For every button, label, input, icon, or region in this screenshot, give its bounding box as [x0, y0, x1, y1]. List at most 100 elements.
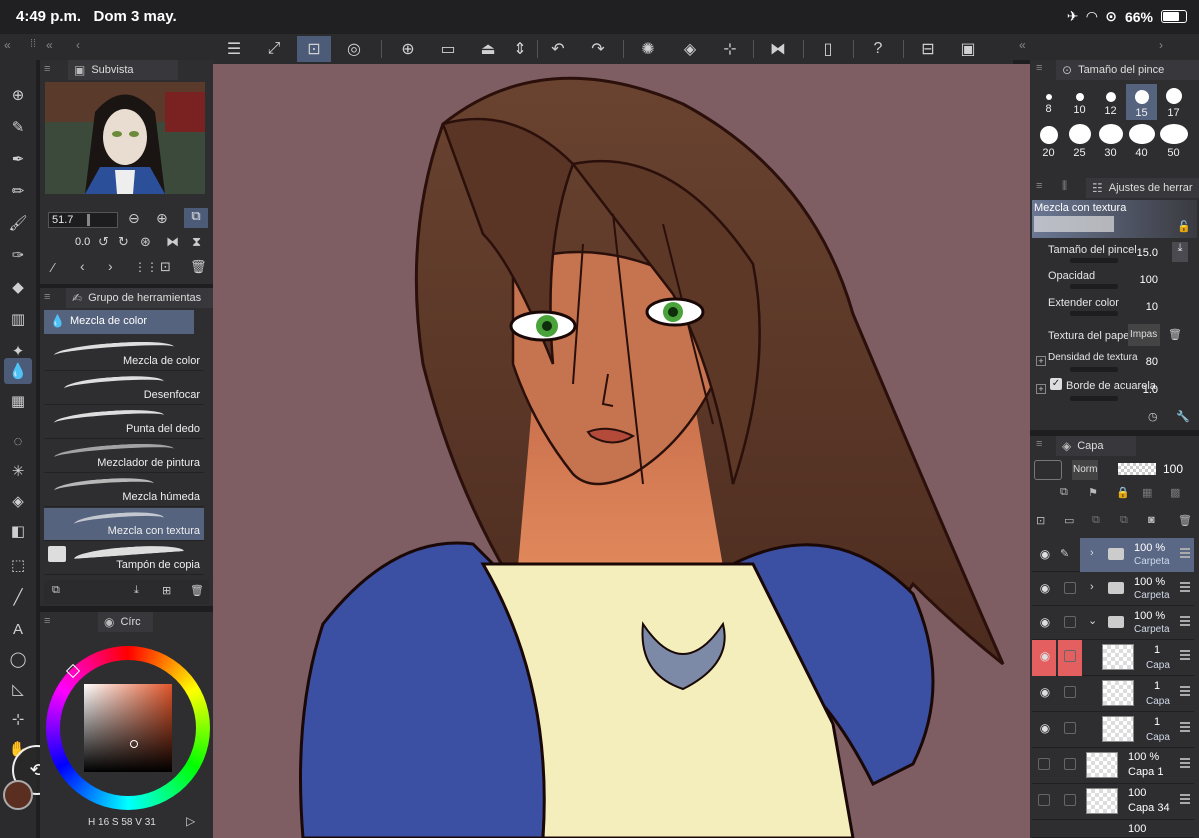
- eyedropper-icon[interactable]: ⁄: [52, 260, 54, 275]
- blend-mode-select[interactable]: Norm: [1072, 460, 1098, 480]
- brush-size-8[interactable]: 8: [1033, 90, 1064, 115]
- window-icon[interactable]: ▣: [951, 36, 985, 62]
- merge-icon[interactable]: ⧉: [1092, 514, 1100, 527]
- subtool-item[interactable]: Mezcla húmeda: [44, 474, 204, 507]
- drag-handle-icon[interactable]: [1180, 794, 1190, 804]
- spiral-icon[interactable]: ◎: [337, 36, 371, 62]
- layer-row[interactable]: ◉ › 100 % Carpeta: [1032, 572, 1194, 606]
- frame-tool-icon[interactable]: ◺: [4, 676, 32, 702]
- brush-size-slider[interactable]: [1070, 258, 1118, 263]
- subtool-item[interactable]: Punta del dedo: [44, 406, 204, 439]
- help-icon[interactable]: ?: [861, 36, 895, 62]
- brush-size-50[interactable]: 50: [1158, 124, 1189, 159]
- brush-size-12[interactable]: 12: [1095, 90, 1126, 117]
- panel-menu-icon[interactable]: ≡: [44, 615, 50, 627]
- drawing-canvas[interactable]: [213, 64, 1030, 838]
- save-icon[interactable]: ⏏: [471, 36, 505, 62]
- collapse-left2-icon[interactable]: «: [46, 38, 53, 52]
- layer-row[interactable]: ◉ 1 Capa: [1032, 712, 1194, 748]
- rotate-left-icon[interactable]: ↺: [98, 234, 109, 250]
- brush-size-40[interactable]: 40: [1126, 124, 1157, 159]
- open-folder-icon[interactable]: ▭: [431, 36, 465, 62]
- tool-property-tab[interactable]: ☷ Ajustes de herrar: [1086, 178, 1199, 198]
- saturation-value-square[interactable]: [84, 684, 172, 772]
- brush-size-30[interactable]: 30: [1095, 124, 1126, 159]
- flip-icon[interactable]: ⧓: [761, 36, 795, 62]
- collapse-right-icon[interactable]: «: [1019, 38, 1026, 52]
- zoom-out-icon[interactable]: ⊖: [128, 210, 140, 227]
- drag-handle-icon[interactable]: [1180, 722, 1190, 732]
- brush-tool-icon[interactable]: 🖌: [4, 210, 32, 236]
- blend-mode-icon[interactable]: [1034, 460, 1062, 480]
- watercolor-edge-checkbox[interactable]: ✓: [1050, 378, 1062, 390]
- subtool-item[interactable]: Mezclador de pintura: [44, 440, 204, 473]
- lasso-tool-icon[interactable]: ◌: [4, 428, 32, 454]
- panel-menu-icon[interactable]: ≡: [44, 291, 50, 303]
- undo-icon[interactable]: ↶: [541, 36, 575, 62]
- balloon-tool-icon[interactable]: ◯: [4, 646, 32, 672]
- lock-icon[interactable]: 🔒: [1116, 486, 1130, 499]
- layer-row[interactable]: ◉ ⌄ 100 % Carpeta: [1032, 606, 1194, 640]
- magic-wand-tool-icon[interactable]: ✳: [4, 458, 32, 484]
- subtool-item[interactable]: Mezcla con textura: [44, 508, 204, 541]
- fill-tool-icon[interactable]: ◈: [4, 488, 32, 514]
- zoom-in-icon[interactable]: ⊕: [156, 210, 168, 227]
- flip-vertical-icon[interactable]: ⧗: [192, 234, 201, 250]
- zoom-window-icon[interactable]: ⊟: [911, 36, 945, 62]
- drag-handle-icon[interactable]: [1180, 548, 1190, 558]
- trash-icon[interactable]: 🗑: [1168, 328, 1182, 341]
- chevron-right-icon[interactable]: ›: [1159, 38, 1163, 52]
- eye-icon[interactable]: ◉: [1036, 615, 1054, 629]
- eraser-tool-icon[interactable]: ◆: [4, 274, 32, 300]
- lock-icon[interactable]: 🔓: [1177, 220, 1191, 233]
- eye-icon[interactable]: ◉: [1036, 581, 1054, 595]
- airbrush-tool-icon[interactable]: ▥: [4, 306, 32, 332]
- rotate-right-icon[interactable]: ↻: [118, 234, 129, 250]
- main-color-swatch[interactable]: [3, 780, 33, 810]
- collapse-left-icon[interactable]: «: [4, 38, 11, 52]
- flip-horizontal-icon[interactable]: ⧓: [166, 234, 179, 250]
- tool-preset-preview[interactable]: Mezcla con textura 🔓: [1032, 200, 1197, 238]
- layer-row[interactable]: ◉ ✎ › 100 % Carpeta: [1032, 538, 1194, 572]
- fill-icon[interactable]: ◈: [673, 36, 707, 62]
- trash-icon[interactable]: 🗑: [190, 259, 207, 275]
- panel-menu-icon[interactable]: ≡: [44, 63, 50, 75]
- drag-handle-icon[interactable]: [1180, 582, 1190, 592]
- chevron-down-icon[interactable]: ⌄: [1088, 614, 1097, 627]
- blend-tool-icon[interactable]: 💧: [4, 358, 32, 384]
- duplicate-icon[interactable]: ⊞: [162, 584, 171, 597]
- prev-icon[interactable]: ‹: [80, 258, 85, 274]
- paper-texture-selector[interactable]: Impas: [1128, 324, 1160, 346]
- layer-row[interactable]: 100 % Capa 1: [1032, 748, 1194, 784]
- extend-color-slider[interactable]: [1070, 311, 1118, 316]
- move-tool-icon[interactable]: ⊕: [4, 82, 32, 108]
- new-file-icon[interactable]: ⊕: [391, 36, 425, 62]
- pen-tool-icon[interactable]: ✒: [4, 146, 32, 172]
- line-tool-icon[interactable]: ╱: [4, 584, 32, 610]
- clip-icon[interactable]: ⧉: [1060, 486, 1068, 499]
- lock-transparent-icon[interactable]: ▦: [1142, 486, 1152, 499]
- reset-rotation-icon[interactable]: ⊛: [140, 234, 151, 250]
- brush-size-15[interactable]: 15: [1126, 84, 1157, 120]
- drag-handle-icon[interactable]: [1180, 616, 1190, 626]
- subtool-settings-icon[interactable]: ⧉: [52, 584, 60, 597]
- fit-view-icon[interactable]: ⧉: [184, 208, 208, 228]
- gradient-tool-icon[interactable]: ◧: [4, 518, 32, 544]
- clock-icon[interactable]: ◷: [1148, 410, 1158, 423]
- expand-plus-icon[interactable]: +: [1036, 384, 1046, 394]
- trash-icon[interactable]: 🗑: [190, 584, 204, 597]
- eye-icon[interactable]: ◉: [1036, 547, 1054, 561]
- redo-icon[interactable]: ↷: [581, 36, 615, 62]
- zoom-field[interactable]: 51.7: [48, 212, 118, 228]
- ruler-tool-icon[interactable]: ⊹: [4, 706, 32, 732]
- loading-icon[interactable]: ✺: [631, 36, 665, 62]
- chevron-right-icon[interactable]: ›: [1090, 547, 1094, 559]
- layer-row[interactable]: ◉ 1 Capa: [1032, 676, 1194, 712]
- import-image-icon[interactable]: ⊡: [160, 259, 171, 275]
- panel-menu-icon[interactable]: ≡: [1036, 438, 1042, 450]
- drag-handle-icon[interactable]: [1180, 686, 1190, 696]
- chevron-left-icon[interactable]: ‹: [76, 38, 80, 52]
- next-icon[interactable]: ›: [108, 258, 113, 274]
- settings-sliders-icon[interactable]: ⫼: [1062, 180, 1067, 193]
- navigator-tab[interactable]: ▣ Subvista: [68, 60, 178, 80]
